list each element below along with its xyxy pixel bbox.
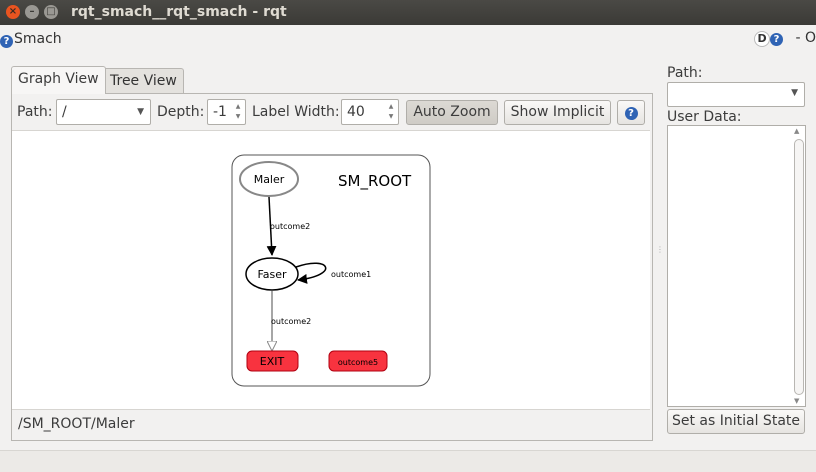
help-icon[interactable]: ?: [0, 35, 13, 48]
label-width-label: Label Width:: [252, 104, 340, 120]
container-label: SM_ROOT: [338, 172, 412, 191]
maximize-window-button[interactable]: □: [44, 5, 58, 19]
depth-label: Depth:: [157, 104, 205, 120]
scroll-up-icon[interactable]: ▲: [794, 127, 799, 135]
minimize-window-button[interactable]: –: [25, 5, 39, 19]
edge-label-maler-faser: outcome2: [270, 222, 310, 231]
dropdown-arrow-icon: ▼: [791, 88, 798, 98]
outcome-label-outcome5: outcome5: [338, 358, 378, 367]
dropdown-arrow-icon: ▼: [137, 107, 144, 117]
dock-controls: D? - O: [754, 30, 816, 47]
plugin-header: ? Smach D? - O: [0, 26, 816, 50]
scroll-down-icon[interactable]: ▼: [794, 397, 799, 405]
splitter-handle[interactable]: ⋮: [656, 245, 664, 255]
depth-spinbox[interactable]: -1 ▲ ▼: [207, 99, 246, 125]
right-path-combobox[interactable]: ▼: [667, 82, 805, 107]
spin-arrows-icon[interactable]: ▲ ▼: [386, 102, 396, 122]
set-initial-state-button[interactable]: Set as Initial State: [667, 409, 805, 434]
graph-canvas[interactable]: SM_ROOT Maler outcome2 Faser outcome1 ou…: [12, 130, 650, 409]
user-data-label: User Data:: [667, 109, 742, 125]
state-label-faser: Faser: [257, 268, 287, 281]
auto-zoom-button[interactable]: Auto Zoom: [406, 100, 498, 125]
scrollbar-thumb[interactable]: [794, 139, 804, 395]
help-button[interactable]: ?: [617, 100, 645, 125]
show-implicit-button[interactable]: Show Implicit: [504, 100, 611, 125]
spin-arrows-icon[interactable]: ▲ ▼: [233, 102, 243, 122]
user-data-textarea[interactable]: ▲ ▼: [667, 125, 806, 407]
dock-d-icon[interactable]: D: [754, 31, 771, 47]
plugin-name-label: Smach: [14, 31, 62, 47]
vertical-scrollbar[interactable]: ▲ ▼: [792, 127, 804, 405]
state-label-maler: Maler: [254, 173, 285, 186]
path-combobox[interactable]: / ▼: [56, 99, 151, 125]
status-path: /SM_ROOT/Maler: [12, 409, 650, 438]
outcome-label-exit: EXIT: [260, 355, 285, 368]
dock-help-icon[interactable]: ?: [770, 33, 784, 46]
window-title: rqt_smach__rqt_smach - rqt: [71, 4, 287, 20]
right-path-label: Path:: [667, 65, 703, 81]
tab-graph-view[interactable]: Graph View: [11, 66, 106, 94]
edge-label-faser-exit: outcome2: [271, 317, 311, 326]
plugin-title: ? Smach: [0, 31, 62, 48]
dock-minimize-close-icons[interactable]: - O: [795, 30, 816, 46]
tab-tree-view[interactable]: Tree View: [103, 68, 184, 94]
edge-label-faser-self: outcome1: [331, 270, 371, 279]
close-window-button[interactable]: ×: [6, 5, 20, 19]
window-bottom-edge: [0, 450, 816, 472]
label-width-value: 40: [347, 104, 365, 120]
label-width-spinbox[interactable]: 40 ▲ ▼: [341, 99, 399, 125]
depth-value: -1: [213, 104, 227, 120]
path-label: Path:: [17, 104, 53, 120]
path-value: /: [62, 104, 67, 120]
state-machine-graph: SM_ROOT Maler outcome2 Faser outcome1 ou…: [231, 154, 431, 387]
window-titlebar: × – □ rqt_smach__rqt_smach - rqt: [0, 0, 816, 25]
help-icon: ?: [624, 107, 638, 120]
